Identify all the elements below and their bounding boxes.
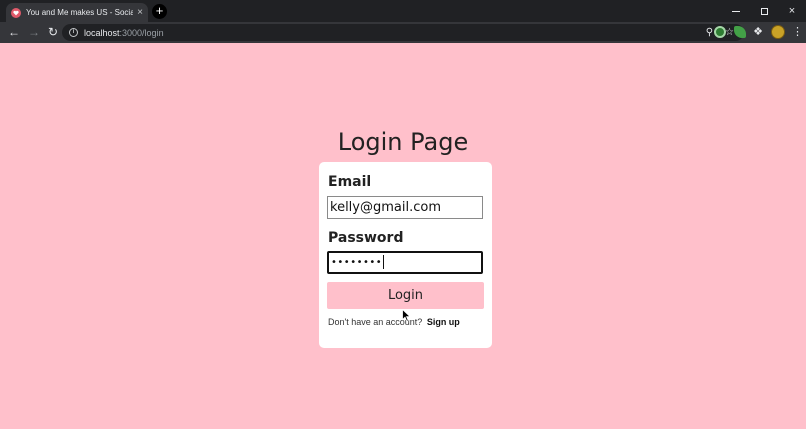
minimize-icon [732,10,740,12]
close-icon: × [788,4,796,17]
browser-tab[interactable]: You and Me makes US - Social N × [6,3,148,22]
heart-icon [11,7,21,18]
url-host: localhost [84,27,120,38]
address-bar[interactable]: i localhost:3000/login ⚲ ☆ [62,24,744,41]
info-icon[interactable]: i [69,28,78,37]
signup-link[interactable]: Sign up [427,317,460,327]
cursor-icon [402,309,411,322]
minimize-button[interactable] [722,0,750,22]
maximize-button[interactable] [750,0,778,22]
close-icon[interactable]: × [137,7,143,18]
signup-line: Don't have an account? Sign up [328,317,460,327]
reload-icon[interactable]: ↻ [45,24,61,40]
key-icon[interactable]: ⚲ [706,27,713,38]
password-label: Password [328,230,404,246]
browser-titlebar: You and Me makes US - Social N × + × [0,0,806,22]
window-close-button[interactable]: × [778,0,806,22]
avatar[interactable] [771,25,785,39]
tab-title: You and Me makes US - Social N [26,8,134,17]
menu-dots-icon[interactable]: ⋮ [792,26,803,38]
url-path: :3000/login [119,27,164,38]
password-field[interactable]: •••••••• [327,251,483,274]
back-arrow-icon[interactable]: ← [6,24,22,40]
star-icon[interactable]: ☆ [725,27,734,38]
login-button[interactable]: Login [327,282,484,309]
email-label: Email [328,174,372,190]
text-caret [383,255,385,269]
email-field[interactable]: kelly@gmail.com [327,196,483,219]
forward-arrow-icon[interactable]: → [26,24,42,40]
puzzle-icon[interactable]: ❖ [752,26,764,38]
plus-icon[interactable]: + [152,4,167,19]
password-value: •••••••• [331,257,383,268]
extension-icon[interactable] [714,26,726,38]
maximize-icon [760,7,768,15]
browser-toolbar: ← → ↻ i localhost:3000/login ⚲ ☆ [0,22,806,43]
page-title: Login Page [337,128,469,156]
